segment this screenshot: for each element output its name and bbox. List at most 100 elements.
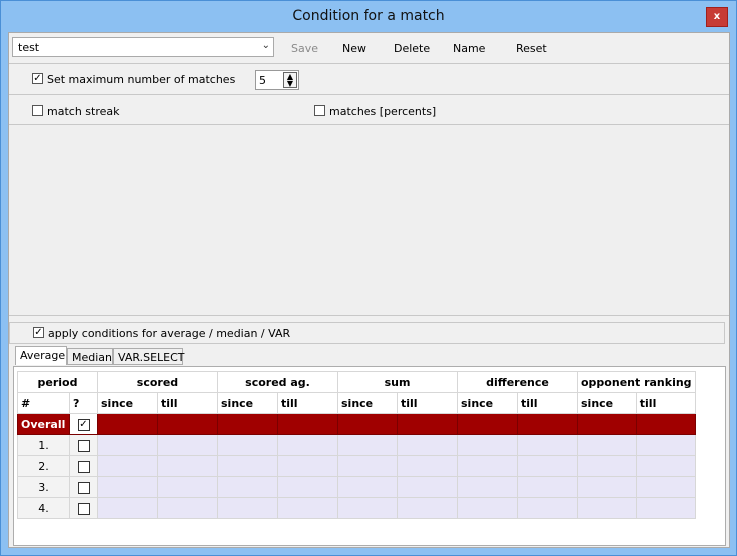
subheader-since: since <box>577 392 637 414</box>
grid-cell[interactable] <box>397 455 458 477</box>
matches-percents-label: matches [percents] <box>329 105 437 118</box>
subheader-since: since <box>97 392 158 414</box>
matches-percents-checkbox[interactable] <box>314 105 325 116</box>
grid-cell[interactable] <box>157 413 218 435</box>
row-enabled-checkbox[interactable] <box>69 497 98 519</box>
grid-cell[interactable] <box>97 476 158 498</box>
grid-cell[interactable] <box>157 434 218 456</box>
grid-cell[interactable] <box>577 455 637 477</box>
grid-cell[interactable] <box>397 497 458 519</box>
delete-button[interactable]: Delete <box>394 42 430 55</box>
max-matches-checkbox[interactable]: ✓ <box>32 73 43 84</box>
grid-cell[interactable] <box>635 476 696 498</box>
grid-cell[interactable] <box>217 497 278 519</box>
grid-cell[interactable] <box>337 434 398 456</box>
grid-cell[interactable] <box>457 413 518 435</box>
tab-median[interactable]: Median <box>67 348 113 365</box>
table-row-overall[interactable]: Overall ✓ <box>17 413 696 435</box>
grid-cell[interactable] <box>577 497 637 519</box>
grid-cell[interactable] <box>457 476 518 498</box>
table-row[interactable]: 1. <box>17 434 696 456</box>
apply-conditions-row: ✓ apply conditions for average / median … <box>9 322 725 344</box>
name-button[interactable]: Name <box>453 42 485 55</box>
checkbox-icon[interactable] <box>77 439 90 452</box>
row-enabled-checkbox[interactable] <box>69 476 98 498</box>
grid-cell[interactable] <box>97 497 158 519</box>
grid-cell[interactable] <box>457 497 518 519</box>
row-label: 3. <box>17 476 70 498</box>
grid-cell[interactable] <box>635 455 696 477</box>
max-matches-value: 5 <box>259 74 266 87</box>
stepper-arrows-icon[interactable]: ▲ ▼ <box>283 72 297 88</box>
grid-cell[interactable] <box>517 434 578 456</box>
grid-cell[interactable] <box>97 434 158 456</box>
header-difference: difference <box>457 371 578 393</box>
row-enabled-checkbox[interactable]: ✓ <box>69 413 98 435</box>
average-tab-pane: period scored scored ag. sum difference … <box>13 366 726 546</box>
row-label: 2. <box>17 455 70 477</box>
grid-cell[interactable] <box>517 455 578 477</box>
subheader-q: ? <box>69 392 98 414</box>
checkbox-icon[interactable] <box>77 502 90 515</box>
grid-cell[interactable] <box>337 476 398 498</box>
grid-cell[interactable] <box>517 476 578 498</box>
tab-var-select[interactable]: VAR.SELECT <box>113 348 185 365</box>
grid-cell[interactable] <box>635 434 696 456</box>
grid-cell[interactable] <box>97 413 158 435</box>
grid-cell[interactable] <box>217 476 278 498</box>
match-streak-checkbox[interactable] <box>32 105 43 116</box>
table-row[interactable]: 4. <box>17 497 696 519</box>
grid-cell[interactable] <box>337 497 398 519</box>
grid-cell[interactable] <box>457 455 518 477</box>
checkbox-icon[interactable] <box>77 460 90 473</box>
new-button[interactable]: New <box>342 42 366 55</box>
grid-cell[interactable] <box>217 434 278 456</box>
row-label-overall: Overall <box>17 413 70 435</box>
grid-cell[interactable] <box>157 476 218 498</box>
reset-button[interactable]: Reset <box>516 42 547 55</box>
close-button[interactable]: x <box>706 7 728 27</box>
grid-cell[interactable] <box>397 434 458 456</box>
grid-cell[interactable] <box>635 413 696 435</box>
grid-cell[interactable] <box>277 455 338 477</box>
header-sum: sum <box>337 371 458 393</box>
checkbox-icon[interactable] <box>77 481 90 494</box>
grid-cell[interactable] <box>217 413 278 435</box>
grid-cell[interactable] <box>337 455 398 477</box>
profile-select[interactable]: test ⌄ <box>12 37 274 57</box>
grid-cell[interactable] <box>517 413 578 435</box>
subheader-since: since <box>457 392 518 414</box>
match-streak-label: match streak <box>47 105 120 118</box>
row-enabled-checkbox[interactable] <box>69 455 98 477</box>
grid-cell[interactable] <box>277 434 338 456</box>
check-icon[interactable]: ✓ <box>77 418 90 431</box>
grid-cell[interactable] <box>517 497 578 519</box>
table-row[interactable]: 2. <box>17 455 696 477</box>
grid-cell[interactable] <box>277 413 338 435</box>
row-enabled-checkbox[interactable] <box>69 434 98 456</box>
grid-cell[interactable] <box>157 455 218 477</box>
title-bar[interactable]: Condition for a match x <box>1 1 736 31</box>
grid-cell[interactable] <box>277 476 338 498</box>
grid-cell[interactable] <box>397 476 458 498</box>
header-period: period <box>17 371 98 393</box>
grid-cell[interactable] <box>577 413 637 435</box>
save-button[interactable]: Save <box>291 42 318 55</box>
table-row[interactable]: 3. <box>17 476 696 498</box>
grid-cell[interactable] <box>217 455 278 477</box>
max-matches-stepper[interactable]: 5 ▲ ▼ <box>255 70 299 90</box>
subheader-since: since <box>217 392 278 414</box>
grid-cell[interactable] <box>577 434 637 456</box>
grid-cell[interactable] <box>397 413 458 435</box>
grid-cell[interactable] <box>277 497 338 519</box>
grid-cell[interactable] <box>457 434 518 456</box>
apply-conditions-checkbox[interactable]: ✓ <box>33 327 44 338</box>
grid-cell[interactable] <box>577 476 637 498</box>
client-area: test ⌄ Save New Delete Name Reset ✓ Set … <box>8 32 730 548</box>
chevron-down-icon[interactable]: ⌄ <box>262 40 270 51</box>
grid-cell[interactable] <box>635 497 696 519</box>
grid-cell[interactable] <box>97 455 158 477</box>
tab-average[interactable]: Average <box>15 346 67 365</box>
grid-cell[interactable] <box>337 413 398 435</box>
grid-cell[interactable] <box>157 497 218 519</box>
